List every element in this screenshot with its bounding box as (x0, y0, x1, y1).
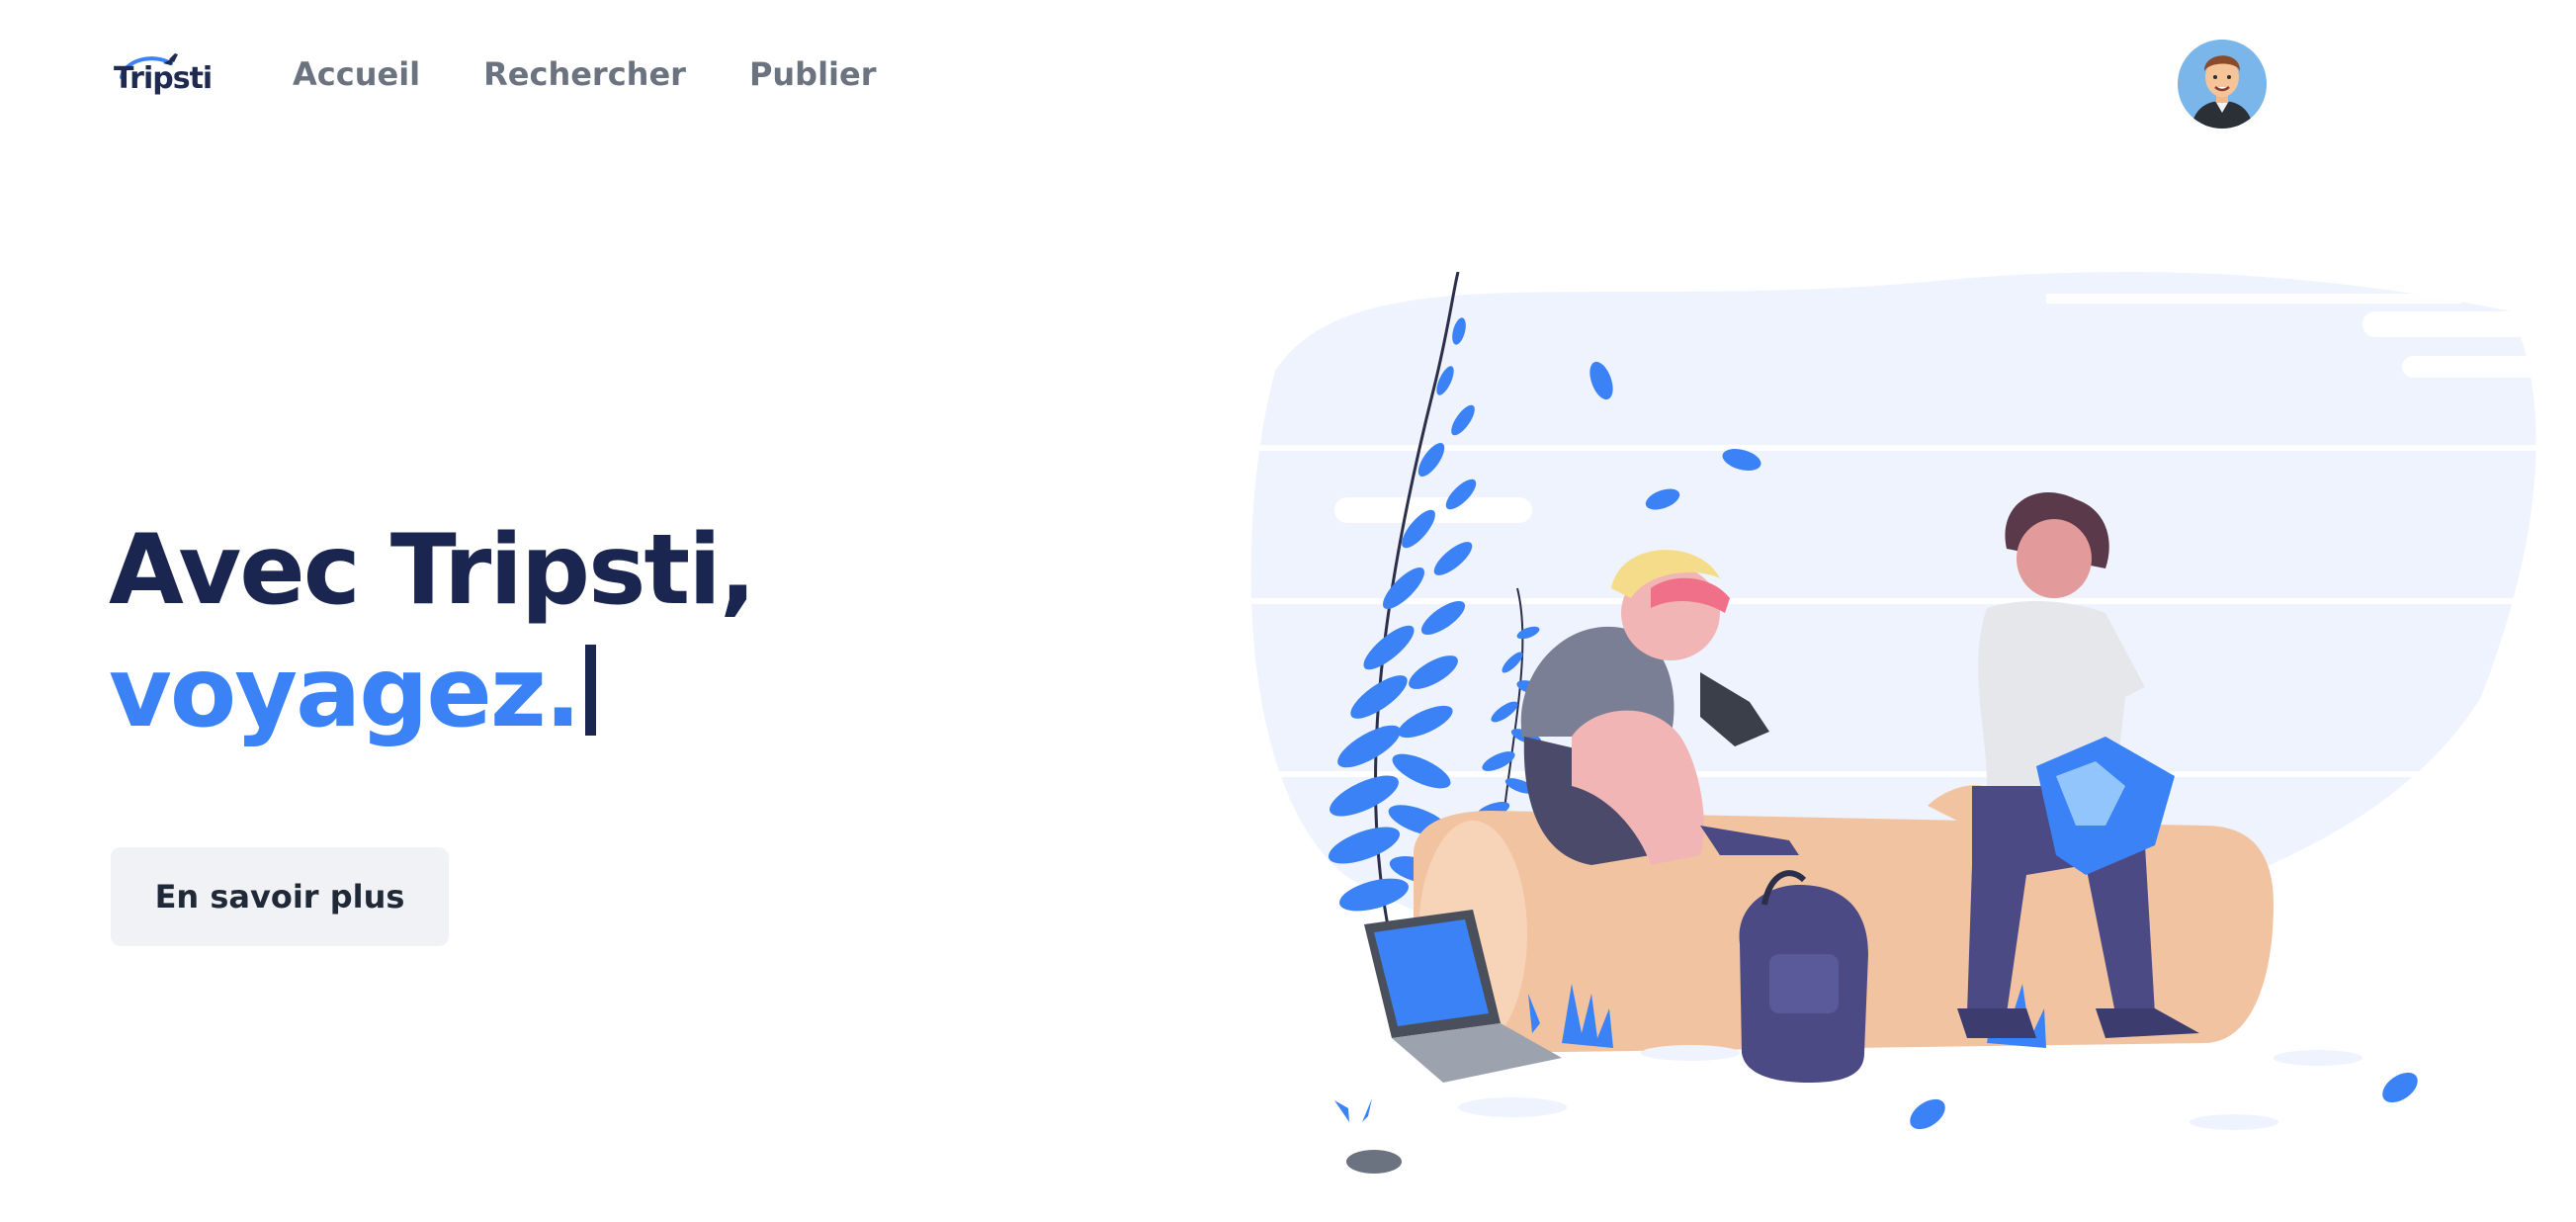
hero-title: Avec Tripsti, voyagez. (109, 509, 756, 754)
logo-wordmark: Tripsti (114, 61, 213, 96)
avatar-portrait-icon (2178, 40, 2267, 129)
tripsti-logo[interactable]: Tripsti (114, 49, 222, 109)
backpack-icon (1739, 870, 1868, 1083)
landing-page: Tripsti Accueil Rechercher Publier Avec … (0, 0, 2576, 1222)
nav-item-accueil[interactable]: Accueil (293, 55, 420, 93)
user-avatar[interactable] (2178, 40, 2267, 129)
hero-title-line2: voyagez. (109, 637, 581, 749)
main-nav: Accueil Rechercher Publier (293, 55, 940, 93)
learn-more-button[interactable]: En savoir plus (111, 847, 449, 946)
typing-cursor (585, 645, 597, 736)
hero-title-line1: Avec Tripsti, (109, 514, 756, 627)
travelers-illustration (1236, 272, 2540, 1174)
top-navigation-bar: Tripsti Accueil Rechercher Publier (0, 0, 2576, 168)
nav-item-publier[interactable]: Publier (749, 55, 877, 93)
nav-item-rechercher[interactable]: Rechercher (483, 55, 686, 93)
